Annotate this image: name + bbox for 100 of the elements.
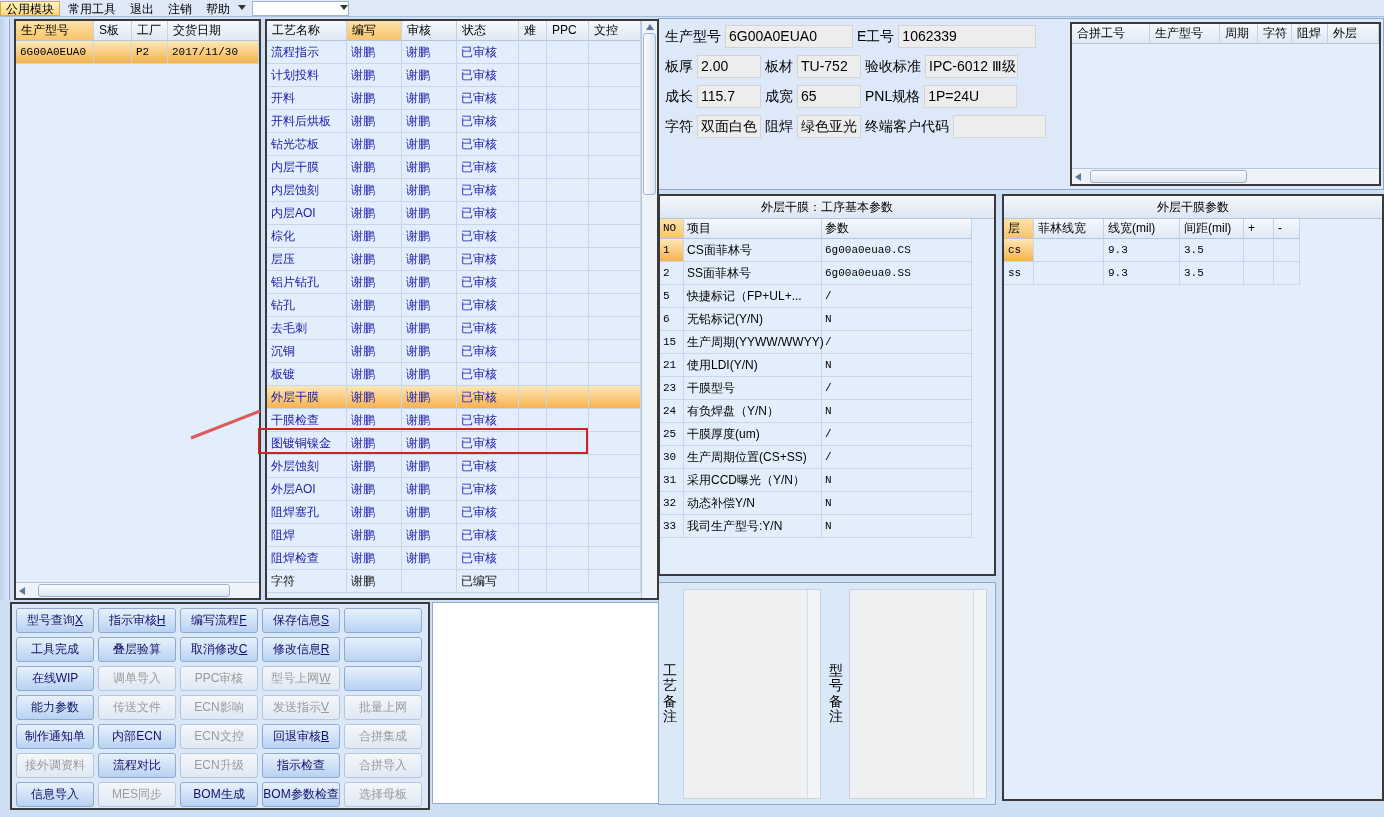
action-button[interactable]: 制作通知单 xyxy=(16,724,94,749)
column-header[interactable]: 周期 xyxy=(1220,24,1258,44)
table-cell xyxy=(547,202,589,225)
column-header[interactable]: 生产型号 xyxy=(16,21,94,41)
scroll-left-arrow-icon[interactable] xyxy=(19,586,25,595)
table-cell xyxy=(519,294,547,317)
remark-textarea[interactable] xyxy=(849,588,987,799)
action-button[interactable]: 保存信息S xyxy=(262,608,340,633)
menu-item[interactable]: 公用模块 xyxy=(0,0,60,16)
table-cell xyxy=(1244,262,1274,285)
table-cell: 有负焊盘（Y/N） xyxy=(684,400,822,423)
column-header[interactable]: 编写 xyxy=(347,21,402,41)
scroll-thumb[interactable] xyxy=(643,33,656,195)
column-header[interactable]: 审核 xyxy=(402,21,457,41)
table-cell: 24 xyxy=(660,400,684,423)
text-field[interactable]: IPC-6012 Ⅲ级 xyxy=(925,55,1018,78)
scroll-left-arrow-icon[interactable] xyxy=(1075,172,1081,181)
table-cell: 谢鹏 xyxy=(402,455,457,478)
action-button[interactable]: 取消修改C xyxy=(180,637,258,662)
table-cell xyxy=(519,501,547,524)
column-header[interactable]: S板 xyxy=(94,21,132,41)
text-field[interactable] xyxy=(953,115,1046,138)
table-cell: 9.3 xyxy=(1104,262,1180,285)
table-cell: 谢鹏 xyxy=(402,294,457,317)
action-button[interactable]: 工具完成 xyxy=(16,637,94,662)
text-field[interactable]: 双面白色 xyxy=(697,115,761,138)
column-header[interactable]: - xyxy=(1274,219,1300,239)
text-field[interactable]: 1P=24U xyxy=(924,85,1018,108)
scroll-up-arrow-icon[interactable] xyxy=(645,24,654,30)
action-button[interactable] xyxy=(344,608,422,633)
column-header[interactable]: 字符 xyxy=(1258,24,1292,44)
horizontal-scrollbar[interactable] xyxy=(1072,168,1379,184)
column-header[interactable]: 菲林线宽 xyxy=(1034,219,1104,239)
column-header[interactable]: 层 xyxy=(1004,219,1034,239)
table-cell xyxy=(1034,262,1104,285)
column-header[interactable]: PPC xyxy=(547,21,589,41)
scroll-thumb[interactable] xyxy=(1090,170,1247,183)
text-field[interactable]: 6G00A0EUA0 xyxy=(725,25,853,48)
action-button[interactable]: 型号查询X xyxy=(16,608,94,633)
table-cell: 已审核 xyxy=(457,478,519,501)
text-field[interactable]: 1062339 xyxy=(898,25,1037,48)
text-field[interactable]: 65 xyxy=(797,85,861,108)
action-button[interactable]: 修改信息R xyxy=(262,637,340,662)
text-field[interactable]: 115.7 xyxy=(697,85,761,108)
table-cell: 谢鹏 xyxy=(347,248,402,271)
table-cell xyxy=(547,432,589,455)
column-header[interactable]: 参数 xyxy=(822,219,972,239)
menu-item[interactable]: 注销 xyxy=(162,0,198,16)
table-cell: 已审核 xyxy=(457,432,519,455)
column-header[interactable]: NO xyxy=(660,219,684,239)
column-header[interactable]: 状态 xyxy=(457,21,519,41)
action-button[interactable]: 指示检查 xyxy=(262,753,340,778)
column-header[interactable]: 交货日期 xyxy=(168,21,259,41)
table-cell: 谢鹏 xyxy=(347,41,402,64)
text-field[interactable]: TU-752 xyxy=(797,55,861,78)
column-header[interactable]: 阻焊 xyxy=(1292,24,1328,44)
menu-item[interactable]: 退出 xyxy=(124,0,160,16)
table-cell: 已审核 xyxy=(457,271,519,294)
table-cell: 谢鹏 xyxy=(347,87,402,110)
column-header[interactable]: 文控 xyxy=(589,21,641,41)
menu-item[interactable]: 帮助 xyxy=(200,0,236,16)
column-header[interactable]: + xyxy=(1244,219,1274,239)
text-field[interactable]: 绿色亚光 xyxy=(797,115,861,138)
horizontal-scrollbar[interactable] xyxy=(16,582,259,598)
column-header[interactable]: 线宽(mil) xyxy=(1104,219,1180,239)
table-cell: 已审核 xyxy=(457,156,519,179)
column-header[interactable]: 间距(mil) xyxy=(1180,219,1244,239)
column-header[interactable]: 生产型号 xyxy=(1150,24,1220,44)
column-header[interactable]: 工厂 xyxy=(132,21,168,41)
table-cell: 层压 xyxy=(267,248,347,271)
vertical-scrollbar[interactable] xyxy=(641,21,657,598)
action-button[interactable]: 在线WIP xyxy=(16,666,94,691)
text-field[interactable]: 2.00 xyxy=(697,55,761,78)
column-header[interactable]: 外层 xyxy=(1328,24,1379,44)
action-button[interactable]: 回退审核B xyxy=(262,724,340,749)
action-button[interactable] xyxy=(344,637,422,662)
column-header[interactable]: 工艺名称 xyxy=(267,21,347,41)
action-button[interactable]: BOM生成 xyxy=(180,782,258,807)
action-button[interactable]: 指示审核H xyxy=(98,608,176,633)
column-header[interactable]: 难 xyxy=(519,21,547,41)
column-header[interactable]: 合拼工号 xyxy=(1072,24,1150,44)
table-cell xyxy=(519,271,547,294)
column-header[interactable]: 项目 xyxy=(684,219,822,239)
table-cell: 谢鹏 xyxy=(347,271,402,294)
table-cell xyxy=(402,570,457,593)
action-button[interactable]: 流程对比 xyxy=(98,753,176,778)
action-button[interactable]: 叠层验算 xyxy=(98,637,176,662)
menu-item[interactable]: 常用工具 xyxy=(62,0,122,16)
remark-textarea[interactable] xyxy=(683,588,821,799)
scroll-thumb[interactable] xyxy=(38,584,230,597)
action-button[interactable]: 编写流程F xyxy=(180,608,258,633)
dropdown-arrow-icon[interactable] xyxy=(340,5,348,11)
action-button[interactable]: BOM参数检查 xyxy=(262,782,340,807)
table-cell: 外层AOI xyxy=(267,478,347,501)
action-button[interactable]: 信息导入 xyxy=(16,782,94,807)
table-cell: 谢鹏 xyxy=(347,524,402,547)
action-button[interactable] xyxy=(344,666,422,691)
action-button[interactable]: 能力参数 xyxy=(16,695,94,720)
dropdown-caret-icon[interactable] xyxy=(238,5,246,11)
action-button[interactable]: 内部ECN xyxy=(98,724,176,749)
